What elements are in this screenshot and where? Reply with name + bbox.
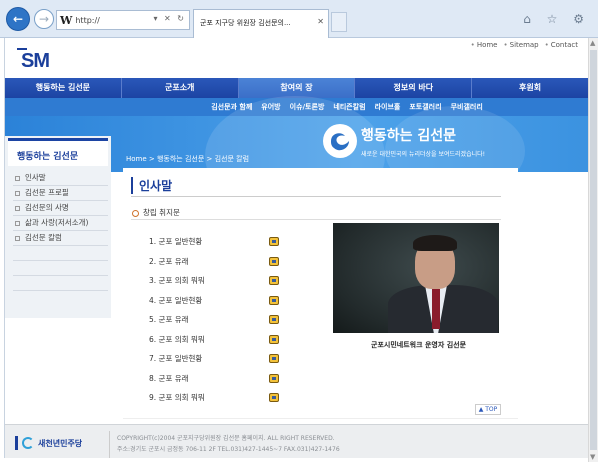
browser-toolbar: ← → W http:// ▾ ✕ ↻ 군포 지구당 위원장 김선문의... ✕…: [0, 0, 598, 38]
list-item[interactable]: 3. 군포 의회 뭐뭐: [149, 271, 279, 291]
browser-tab[interactable]: 군포 지구당 위원장 김선문의... ✕: [193, 9, 329, 38]
sidebar-item[interactable]: 김선문 칼럼: [13, 231, 108, 246]
top-links: Home Sitemap Contact: [471, 41, 578, 49]
sidebar-heading: 행동하는 김선문: [8, 138, 108, 166]
main-nav: 행동하는 김선문 군포소개 참여의 장 정보의 바다 후원회: [5, 78, 588, 98]
article-list: 1. 군포 일반현황 2. 군포 유래 3. 군포 의회 뭐뭐 4. 군포 일반…: [149, 232, 279, 408]
banner-subtitle: 새로운 대한민국의 뉴리더상을 보여드리겠습니다!: [361, 151, 486, 158]
sidebar-spacer: [13, 261, 108, 276]
tv-icon[interactable]: [269, 276, 279, 286]
address: 주소:경기도 군포시 금정동 706-11 2F TEL.031)427-144…: [117, 446, 340, 453]
party-logo[interactable]: 새천년민주당: [15, 436, 82, 450]
copyright: COPYRIGHT(c)2004 군포지구당위원장 김선문 홈페이지. ALL …: [117, 435, 335, 442]
address-url: http://: [75, 15, 100, 25]
top-link-contact[interactable]: Contact: [545, 41, 578, 49]
footer-text: COPYRIGHT(c)2004 군포지구당위원장 김선문 홈페이지. ALL …: [117, 433, 340, 455]
tv-icon[interactable]: [269, 373, 279, 383]
list-item-label: 9. 군포 의회 뭐뭐: [149, 393, 205, 403]
list-item[interactable]: 1. 군포 일반현황: [149, 232, 279, 252]
bullet-icon: [132, 209, 139, 217]
nav-item[interactable]: 정보의 바다: [355, 78, 473, 98]
section-heading: 창립 취지문: [132, 207, 180, 218]
subnav-item[interactable]: 라이브홀: [375, 98, 401, 116]
footer: 새천년민주당 COPYRIGHT(c)2004 군포지구당위원장 김선문 홈페이…: [5, 424, 588, 458]
list-item-label: 6. 군포 의회 뭐뭐: [149, 334, 205, 344]
page-viewport: SM Home Sitemap Contact 행동하는 김선문 군포소개 참여…: [4, 38, 588, 458]
profile-photo: [333, 223, 499, 333]
list-item[interactable]: 4. 군포 일반현황: [149, 291, 279, 311]
party-emblem-icon: [22, 437, 34, 449]
nav-item-active[interactable]: 참여의 장: [238, 78, 356, 98]
sidebar-item[interactable]: 삶과 사랑(저서소개): [13, 216, 108, 231]
logo-bar-icon: [15, 436, 18, 450]
back-button[interactable]: ←: [6, 7, 30, 31]
tv-icon[interactable]: [269, 256, 279, 266]
tab-title: 군포 지구당 위원장 김선문의...: [200, 19, 291, 27]
banner-title: 행동하는 김선문: [361, 128, 457, 144]
scroll-up-icon[interactable]: ▲: [590, 39, 595, 47]
scroll-thumb[interactable]: [590, 50, 597, 450]
list-item-label: 7. 군포 일반현황: [149, 354, 203, 364]
list-item-label: 4. 군포 일반현황: [149, 295, 203, 305]
section-divider: [131, 219, 501, 220]
nav-item[interactable]: 행동하는 김선문: [5, 78, 122, 98]
photo-hair: [413, 235, 457, 251]
site-logo[interactable]: SM: [15, 48, 75, 72]
scroll-down-icon[interactable]: ▼: [590, 453, 595, 461]
top-link-home[interactable]: Home: [471, 41, 498, 49]
list-item[interactable]: 8. 군포 유래: [149, 369, 279, 389]
footer-divider: [109, 431, 110, 458]
list-item-label: 2. 군포 유래: [149, 256, 189, 266]
photo-tie: [432, 289, 440, 329]
address-controls[interactable]: ▾ ✕ ↻: [153, 14, 186, 23]
party-name: 새천년민주당: [38, 438, 83, 448]
nav-item[interactable]: 후원회: [472, 78, 588, 98]
photo-caption: 군포시민네트워크 운영자 김선문: [371, 341, 467, 349]
site-favicon-icon: W: [60, 13, 73, 27]
list-item[interactable]: 6. 군포 의회 뭐뭐: [149, 330, 279, 350]
tv-icon[interactable]: [269, 393, 279, 403]
list-item-label: 8. 군포 유래: [149, 373, 189, 383]
tab-close-icon[interactable]: ✕: [317, 17, 324, 26]
section-label: 창립 취지문: [143, 208, 180, 217]
logo-text: SM: [21, 50, 50, 72]
page-title: 인사말: [131, 177, 172, 194]
title-divider: [131, 196, 501, 197]
top-link-sitemap[interactable]: Sitemap: [503, 41, 539, 49]
list-item[interactable]: 5. 군포 유래: [149, 310, 279, 330]
nav-item[interactable]: 군포소개: [122, 78, 239, 98]
sidebar-item[interactable]: 김선문의 사명: [13, 201, 108, 216]
tv-icon[interactable]: [269, 334, 279, 344]
content-divider: [123, 418, 518, 419]
list-item-label: 1. 군포 일반현황: [149, 237, 203, 247]
sidebar-spacer: [13, 276, 108, 291]
sidebar-spacer: [13, 246, 108, 261]
sidebar-item[interactable]: 인사말: [13, 171, 108, 186]
address-bar[interactable]: W http:// ▾ ✕ ↻: [56, 10, 190, 30]
emblem-icon: [323, 124, 357, 158]
browser-right-icons[interactable]: ⌂ ☆ ⚙: [523, 12, 590, 26]
sidebar-menu: 인사말 김선문 프로필 김선문의 사명 삶과 사랑(저서소개) 김선문 칼럼: [13, 171, 108, 291]
list-item[interactable]: 2. 군포 유래: [149, 252, 279, 272]
list-item-label: 3. 군포 의회 뭐뭐: [149, 276, 205, 286]
breadcrumb: Home > 행동하는 김선문 > 김선문 칼럼: [126, 155, 250, 163]
vertical-scrollbar[interactable]: ▲ ▼: [588, 38, 598, 462]
tv-icon[interactable]: [269, 237, 279, 247]
tv-icon[interactable]: [269, 354, 279, 364]
back-to-top-button[interactable]: ▲ TOP: [475, 404, 501, 415]
sidebar-item[interactable]: 김선문 프로필: [13, 186, 108, 201]
forward-button[interactable]: →: [34, 9, 54, 29]
list-item-label: 5. 군포 유래: [149, 315, 189, 325]
list-item[interactable]: 9. 군포 의회 뭐뭐: [149, 388, 279, 408]
tv-icon[interactable]: [269, 315, 279, 325]
list-item[interactable]: 7. 군포 일반현황: [149, 349, 279, 369]
tv-icon[interactable]: [269, 295, 279, 305]
new-tab-button[interactable]: [331, 12, 347, 32]
